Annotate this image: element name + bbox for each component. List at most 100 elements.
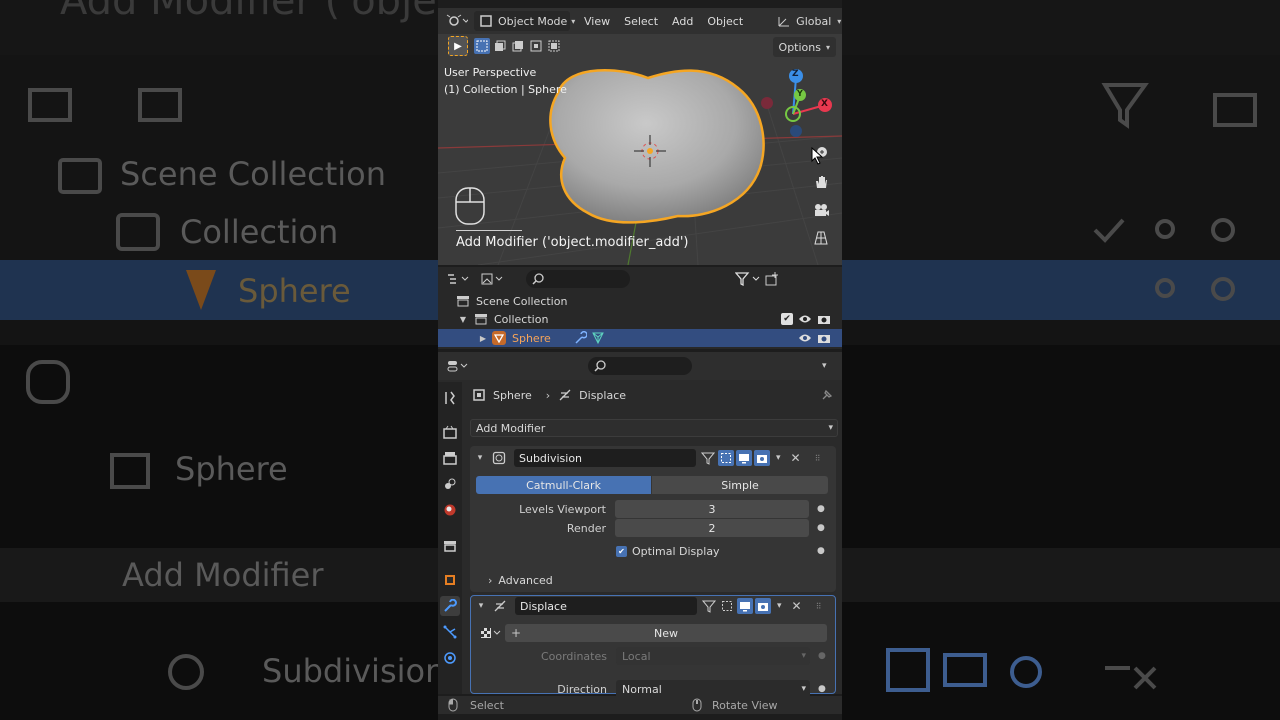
keyframe-dot-icon[interactable]: ●	[818, 651, 826, 661]
menu-add[interactable]: Add	[672, 15, 693, 28]
select-difference-icon[interactable]	[528, 38, 544, 54]
modifier-wrench-icon[interactable]	[573, 331, 587, 345]
collapse-chevron-icon[interactable]: ▾	[474, 453, 486, 463]
simple-label: Simple	[721, 478, 759, 492]
checkbox-checked-icon[interactable]: ✔	[781, 313, 793, 325]
keyframe-dot-icon[interactable]: ●	[818, 684, 826, 694]
cage-toggle-icon[interactable]	[719, 598, 735, 614]
output-tab-icon[interactable]	[442, 450, 458, 466]
render-toggle-icon[interactable]	[754, 450, 770, 466]
displace-modifier-icon	[558, 388, 572, 402]
render-tab-icon[interactable]	[442, 424, 458, 440]
tool-tab-icon[interactable]	[442, 390, 458, 406]
drag-handle-icon[interactable]: ⠿	[816, 602, 822, 611]
tooltip-divider	[456, 230, 522, 231]
new-texture-button[interactable]: + New	[505, 624, 827, 642]
viewport-toggle-icon[interactable]	[737, 598, 753, 614]
outliner-row-scene-collection[interactable]: Scene Collection	[456, 292, 567, 310]
outliner-row-collection[interactable]: ▼ Collection ✔	[458, 310, 842, 328]
catmull-clark-button[interactable]: Catmull-Clark	[476, 476, 651, 494]
chevron-down-icon[interactable]: ▾	[777, 601, 782, 611]
chevron-down-icon: ▾	[571, 16, 576, 26]
new-collection-icon[interactable]	[764, 271, 780, 287]
plus-icon: +	[511, 626, 522, 640]
outliner-search-input[interactable]	[526, 270, 630, 288]
checkbox-checked-icon[interactable]: ✔	[616, 545, 627, 557]
transform-orientation-dropdown[interactable]: Global ▾	[771, 11, 842, 31]
menu-view[interactable]: View	[584, 15, 610, 28]
pin-icon[interactable]	[820, 388, 834, 402]
displace-name-field[interactable]: Displace	[515, 597, 697, 615]
mouse-left-icon	[448, 698, 458, 712]
chevron-down-icon: ▾	[801, 684, 806, 694]
object-tab-icon[interactable]	[442, 572, 458, 588]
select-extend-icon[interactable]	[492, 38, 508, 54]
modifier-tab-icon[interactable]	[440, 596, 460, 616]
eye-icon[interactable]	[798, 314, 812, 324]
viewport-3d[interactable]: Z X Y Object Mode ▾ View Select Add Obje…	[438, 8, 842, 265]
collapse-chevron-icon[interactable]: ▾	[475, 601, 487, 611]
close-icon[interactable]: ✕	[792, 599, 802, 613]
chevron-down-icon: ▾	[828, 423, 833, 433]
cage-toggle-icon[interactable]	[718, 450, 734, 466]
outliner-row-sphere[interactable]: ▶ Sphere	[438, 329, 842, 347]
gizmo-z-label[interactable]: Z	[792, 69, 799, 79]
subdivision-icon	[492, 451, 506, 465]
properties-editor-icon[interactable]	[446, 360, 470, 372]
optimal-display-row[interactable]: ✔ Optimal Display ●	[616, 542, 836, 560]
options-dropdown[interactable]: Options ▾	[772, 37, 836, 57]
collection-tab-icon[interactable]	[442, 538, 458, 554]
camera-icon[interactable]	[817, 313, 831, 325]
close-icon[interactable]: ✕	[791, 451, 801, 465]
levels-viewport-field[interactable]: 3	[615, 500, 809, 518]
mesh-data-icon[interactable]	[591, 331, 605, 345]
keyframe-dot-icon[interactable]: ●	[817, 523, 825, 533]
subdivision-name-field[interactable]: Subdivision	[514, 449, 696, 467]
collapse-triangle-icon[interactable]: ▼	[458, 315, 468, 324]
display-mode-icon[interactable]	[480, 273, 504, 285]
advanced-subpanel-header[interactable]: › Advanced	[488, 571, 553, 589]
world-tab-icon[interactable]	[442, 502, 458, 518]
edit-mode-toggle-icon[interactable]	[701, 599, 717, 613]
select-intersect-icon[interactable]	[546, 38, 562, 54]
expand-triangle-icon[interactable]: ▶	[478, 334, 488, 343]
gizmo-y-label[interactable]: Y	[797, 89, 803, 98]
select-subtract-icon[interactable]	[510, 38, 526, 54]
selected-sphere-mesh	[549, 69, 765, 224]
menu-object[interactable]: Object	[707, 15, 743, 28]
properties-search-input[interactable]	[588, 357, 692, 375]
physics-tab-icon[interactable]	[442, 650, 458, 666]
render-levels-field[interactable]: 2	[615, 519, 809, 537]
select-tool-button[interactable]: ▶	[448, 36, 468, 56]
simple-button[interactable]: Simple	[652, 476, 828, 494]
eye-icon[interactable]	[798, 333, 812, 343]
keyframe-dot-icon[interactable]: ●	[817, 504, 825, 514]
gizmo-x-label[interactable]: X	[821, 99, 828, 109]
chevron-down-icon[interactable]: ▾	[776, 453, 781, 463]
camera-icon[interactable]	[817, 332, 831, 344]
coordinates-dropdown[interactable]: Local ▾	[616, 647, 810, 665]
edit-mode-toggle-icon[interactable]	[700, 451, 716, 465]
sphere-label: Sphere	[512, 331, 551, 345]
chevron-down-icon: ▾	[837, 16, 842, 26]
view-layer-tab-icon[interactable]	[442, 476, 458, 492]
filter-icon[interactable]	[734, 272, 762, 286]
drag-handle-icon[interactable]: ⠿	[815, 454, 821, 463]
keyframe-dot-icon[interactable]: ●	[817, 546, 825, 556]
camera-view-icon[interactable]	[810, 199, 832, 221]
checker-texture-icon[interactable]	[479, 627, 503, 639]
particles-tab-icon[interactable]	[442, 624, 458, 640]
editor-type-icon[interactable]	[446, 14, 468, 28]
select-new-icon[interactable]	[474, 38, 490, 54]
scene-collection-icon	[456, 295, 470, 307]
outliner-editor-icon[interactable]	[446, 273, 470, 285]
render-toggle-icon[interactable]	[755, 598, 771, 614]
pan-hand-icon[interactable]	[810, 171, 832, 193]
mode-dropdown[interactable]: Object Mode ▾	[474, 11, 575, 31]
menu-select[interactable]: Select	[624, 15, 658, 28]
add-modifier-dropdown[interactable]: Add Modifier ▾	[470, 419, 838, 437]
viewport-toggle-icon[interactable]	[736, 450, 752, 466]
chevron-down-icon[interactable]: ▾	[822, 361, 827, 371]
direction-value: Normal	[622, 682, 662, 696]
ortho-grid-icon[interactable]	[810, 227, 832, 249]
